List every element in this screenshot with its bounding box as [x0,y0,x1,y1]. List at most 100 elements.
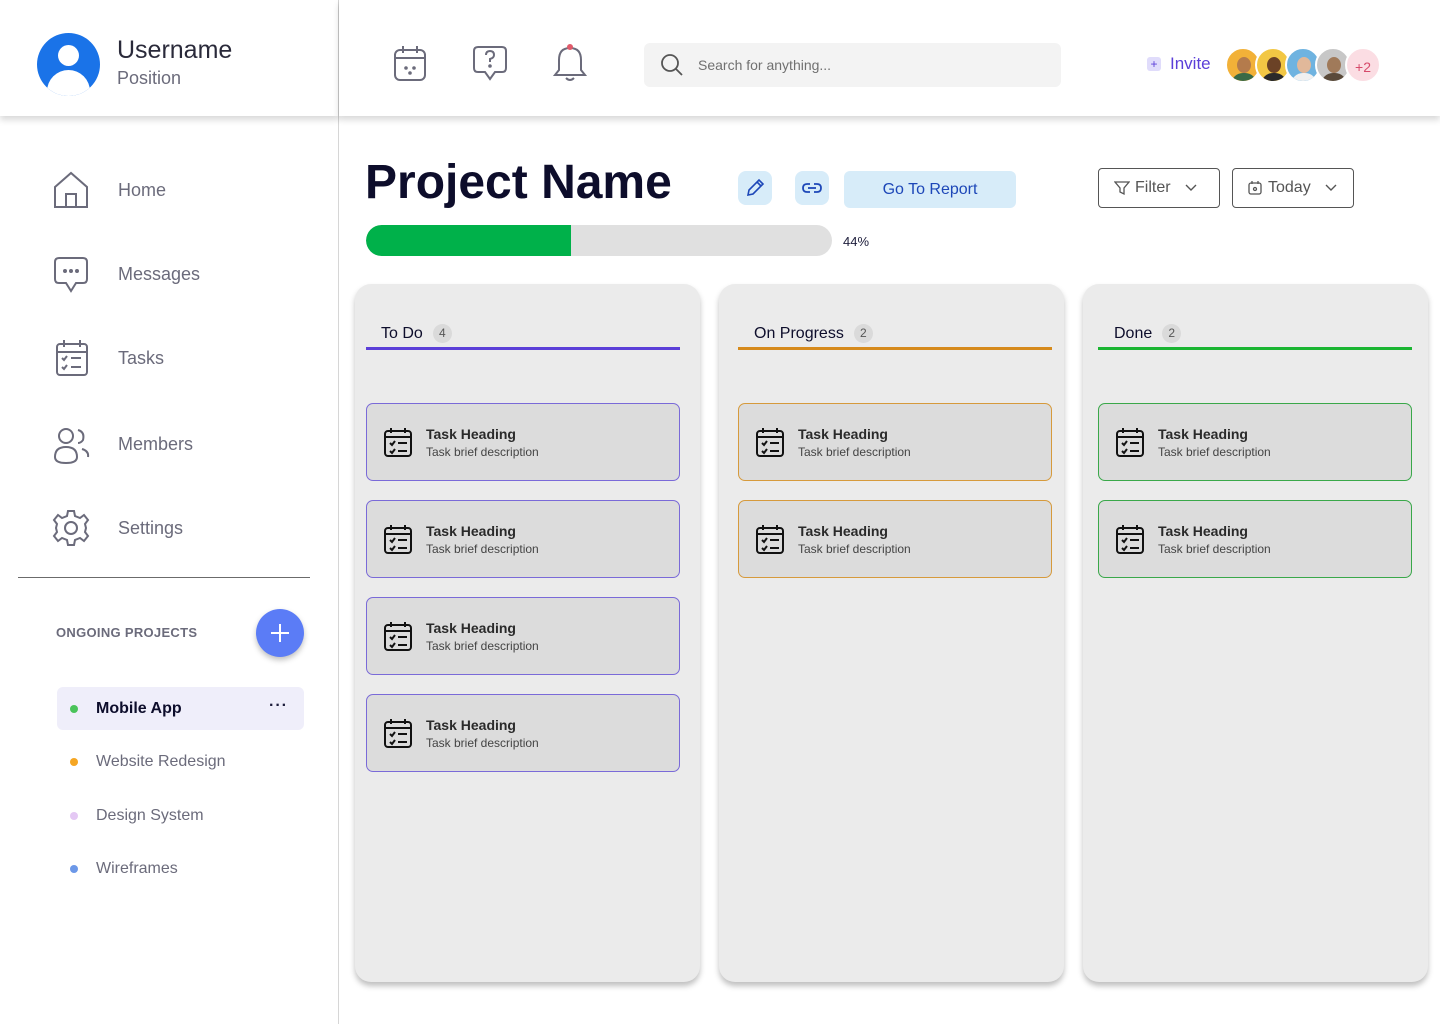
task-description: Task brief description [1158,541,1271,556]
search-icon [661,54,683,76]
column-title: To Do [381,324,423,342]
task-card[interactable]: Task Heading Task brief description [738,403,1052,481]
profile-header: Username Position [0,0,338,116]
filter-icon [1114,181,1130,196]
progress-fill [366,225,572,256]
column-count: 4 [432,324,452,343]
task-description: Task brief description [1158,444,1271,459]
calendar-small-icon [1248,181,1262,195]
column-header: To Do 4 [366,316,680,351]
nav-item-tasks[interactable]: Tasks [52,336,312,380]
edit-project-button[interactable] [738,171,772,205]
task-card[interactable]: Task Heading Task brief description [366,597,680,675]
extra-members-count[interactable]: +2 [1345,47,1381,83]
filter-label: Filter [1135,179,1171,196]
link-icon [802,183,822,193]
invite-label: Invite [1170,54,1211,73]
invite-button[interactable]: + Invite [1147,54,1211,74]
plus-icon [271,624,289,642]
nav-item-members[interactable]: Members [52,422,312,466]
nav-label-home: Home [118,179,167,200]
task-heading: Task Heading [1158,425,1248,442]
task-card[interactable]: Task Heading Task brief description [1098,500,1412,578]
gear-icon [52,510,90,546]
project-item-mobile-app[interactable]: Mobile App ··· [57,687,304,730]
invite-plus-icon: + [1147,57,1161,71]
column-todo: To Do 4 Task Heading Task brief descripti… [355,284,700,982]
nav-label-settings: Settings [118,517,184,538]
sidebar: Username Position Home Messages Tasks Me… [0,0,339,1024]
date-dropdown[interactable]: Today [1232,168,1354,208]
add-project-button[interactable] [256,609,304,657]
message-icon [54,257,88,293]
avatar[interactable] [37,33,100,96]
nav-label-tasks: Tasks [118,347,165,368]
nav-item-settings[interactable]: Settings [52,506,312,550]
bell-icon[interactable] [552,44,588,82]
task-checklist-icon [756,525,784,554]
column-title: Done [1114,324,1153,342]
column-count: 2 [1162,324,1182,343]
help-chat-icon[interactable] [472,44,508,82]
pencil-icon [746,178,765,197]
chevron-down-icon [1185,184,1197,191]
task-heading: Task Heading [798,522,888,539]
nav-label-messages: Messages [118,263,201,284]
nav-item-home[interactable]: Home [52,168,312,212]
home-icon [54,171,88,208]
project-name: Mobile App [96,699,182,717]
column-underline [366,347,680,350]
project-name: Design System [96,806,204,824]
task-checklist-icon [384,719,412,748]
chevron-down-icon [1325,184,1337,191]
sidebar-divider [18,577,310,578]
task-description: Task brief description [426,444,539,459]
user-position: Position [117,68,182,88]
task-card[interactable]: Task Heading Task brief description [366,694,680,772]
nav-item-messages[interactable]: Messages [52,252,312,296]
members-icon [53,428,90,464]
project-dot [70,864,78,873]
project-item-wireframes[interactable]: Wireframes [57,847,304,890]
column-header: Done 2 [1098,316,1412,351]
task-heading: Task Heading [798,425,888,442]
progress-bar [366,225,832,256]
project-name: Wireframes [96,859,178,877]
task-card[interactable]: Task Heading Task brief description [1098,403,1412,481]
task-card[interactable]: Task Heading Task brief description [366,500,680,578]
calendar-icon[interactable] [392,44,428,82]
task-checklist-icon [384,525,412,554]
go-to-report-button[interactable]: Go To Report [844,171,1016,208]
project-dot [70,704,78,713]
search-input[interactable] [698,57,1038,73]
task-description: Task brief description [798,541,911,556]
task-description: Task brief description [426,638,539,653]
date-label: Today [1268,179,1311,196]
column-title: On Progress [754,324,844,342]
project-item-design-system[interactable]: Design System [57,794,304,837]
username: Username [117,36,233,64]
task-checklist-icon [384,428,412,457]
column-underline [1098,347,1412,350]
column-on-progress: On Progress 2 Task Heading Task brief des… [719,284,1064,982]
task-description: Task brief description [426,541,539,556]
task-description: Task brief description [426,735,539,750]
task-card[interactable]: Task Heading Task brief description [738,500,1052,578]
task-heading: Task Heading [426,619,516,636]
task-checklist-icon [384,622,412,651]
task-heading: Task Heading [426,716,516,733]
task-heading: Task Heading [426,425,516,442]
copy-link-button[interactable] [795,171,829,205]
search-bar[interactable] [644,43,1061,87]
project-dot [70,811,78,820]
project-dot [70,757,78,766]
task-checklist-icon [1116,525,1144,554]
task-description: Task brief description [798,444,911,459]
filter-dropdown[interactable]: Filter [1098,168,1220,208]
project-item-website-redesign[interactable]: Website Redesign [57,740,304,783]
task-heading: Task Heading [426,522,516,539]
more-options-icon[interactable]: ··· [269,697,288,715]
task-card[interactable]: Task Heading Task brief description [366,403,680,481]
task-checklist-icon [1116,428,1144,457]
ongoing-projects-title: ONGOING PROJECTS [56,625,198,640]
